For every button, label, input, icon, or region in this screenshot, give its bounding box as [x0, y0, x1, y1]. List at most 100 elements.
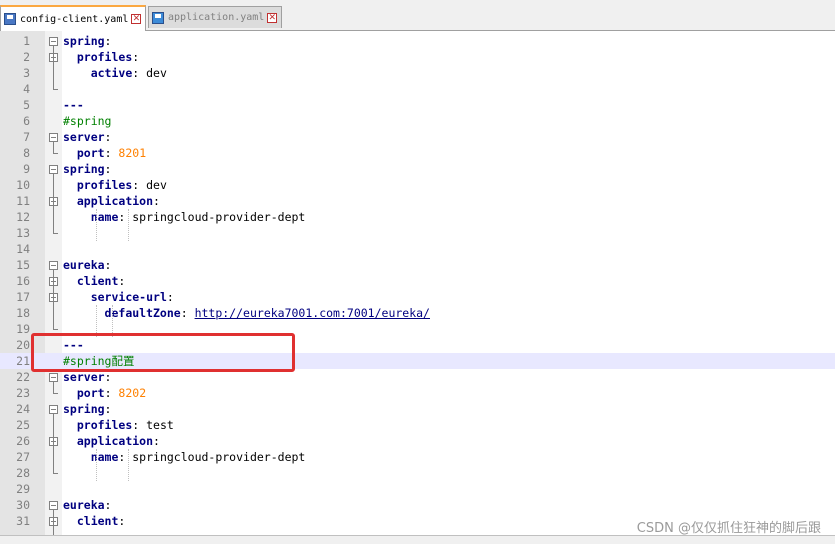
code-line[interactable]: 4 [0, 81, 835, 97]
code-token: defaultZone [104, 306, 181, 320]
line-number: 18 [16, 306, 30, 320]
code-token: 8201 [118, 146, 147, 160]
line-number: 4 [23, 82, 30, 96]
code-token: profiles [76, 418, 133, 432]
save-status-icon [4, 13, 16, 25]
code-line[interactable]: 3 active: dev [0, 65, 835, 81]
code-line[interactable]: 6 #spring [0, 113, 835, 129]
code-token: application [76, 434, 154, 448]
code-line[interactable]: 7 server: [0, 129, 835, 145]
code-line[interactable]: 16 client: [0, 273, 835, 289]
code-line[interactable]: 29 [0, 481, 835, 497]
code-token: : [118, 514, 126, 528]
close-icon[interactable]: ✕ [131, 14, 142, 24]
code-line[interactable]: 28 [0, 465, 835, 481]
code-text[interactable]: name: springcloud-provider-dept [63, 449, 306, 465]
code-token: profiles [76, 178, 133, 192]
code-line[interactable]: 5 --- [0, 97, 835, 113]
tab-application[interactable]: application.yaml ✕ [148, 6, 282, 28]
fold-toggle-icon[interactable] [49, 261, 58, 270]
fold-toggle-icon[interactable] [49, 133, 58, 142]
line-number: 24 [16, 402, 30, 416]
code-text[interactable]: client: [63, 513, 125, 529]
code-text[interactable]: profiles: [63, 49, 139, 65]
code-token: : [104, 370, 112, 384]
code-text[interactable]: server: [63, 129, 111, 145]
code-line[interactable]: 24 spring: [0, 401, 835, 417]
line-number: 19 [16, 322, 30, 336]
code-text[interactable]: active: dev [63, 65, 167, 81]
code-text[interactable]: spring: [63, 401, 111, 417]
code-line[interactable]: 27 name: springcloud-provider-dept [0, 449, 835, 465]
code-text[interactable]: application: [63, 193, 160, 209]
code-token: : [180, 306, 195, 320]
code-token: server [63, 370, 105, 384]
code-token: : [104, 402, 112, 416]
fold-toggle-icon[interactable] [49, 373, 58, 382]
code-line[interactable]: 14 [0, 241, 835, 257]
fold-toggle-icon[interactable] [49, 405, 58, 414]
code-token: service-url [90, 290, 167, 304]
code-line[interactable]: 12 name: springcloud-provider-dept [0, 209, 835, 225]
code-text[interactable]: spring: [63, 33, 111, 49]
fold-guide-line [53, 414, 54, 473]
code-token: client [76, 274, 119, 288]
code-line[interactable]: 18 defaultZone: http://eureka7001.com:70… [0, 305, 835, 321]
line-number: 20 [16, 338, 30, 352]
code-line[interactable]: 13 [0, 225, 835, 241]
code-text[interactable]: #spring [63, 113, 111, 129]
code-line[interactable]: 15 eureka: [0, 257, 835, 273]
fold-guide-line [53, 142, 54, 153]
code-text[interactable]: profiles: dev [63, 177, 167, 193]
code-line[interactable]: 1 spring: [0, 33, 835, 49]
code-line[interactable]: 9 spring: [0, 161, 835, 177]
code-line[interactable]: 23 port: 8202 [0, 385, 835, 401]
line-number: 3 [23, 66, 30, 80]
code-text[interactable]: application: [63, 433, 160, 449]
code-token: 8202 [118, 386, 147, 400]
code-editor[interactable]: 1 spring: 2 profiles: 3 active: dev 4 5 --- 6 #s… [0, 31, 835, 535]
code-token: spring [63, 402, 105, 416]
code-text[interactable]: port: 8202 [63, 385, 146, 401]
tab-config-client[interactable]: config-client.yaml ✕ [0, 5, 146, 31]
code-text[interactable]: profiles: test [63, 417, 174, 433]
code-token: port [76, 386, 105, 400]
code-token: : [104, 162, 112, 176]
code-token: spring [63, 162, 105, 176]
fold-toggle-icon[interactable] [49, 37, 58, 46]
code-line[interactable]: 10 profiles: dev [0, 177, 835, 193]
code-text[interactable]: --- [63, 97, 84, 113]
code-line[interactable]: 26 application: [0, 433, 835, 449]
code-text[interactable]: spring: [63, 161, 111, 177]
code-token: --- [63, 98, 84, 112]
fold-guide-line [53, 174, 54, 233]
line-number: 6 [23, 114, 30, 128]
code-line[interactable]: 8 port: 8201 [0, 145, 835, 161]
code-text[interactable]: client: [63, 273, 125, 289]
fold-toggle-icon[interactable] [49, 165, 58, 174]
code-line[interactable]: 30 eureka: [0, 497, 835, 513]
fold-toggle-icon[interactable] [49, 501, 58, 510]
code-token: application [76, 194, 154, 208]
code-text[interactable]: name: springcloud-provider-dept [63, 209, 306, 225]
code-line[interactable]: 11 application: [0, 193, 835, 209]
code-text[interactable]: port: 8201 [63, 145, 146, 161]
close-icon[interactable]: ✕ [267, 12, 278, 23]
code-line[interactable]: 17 service-url: [0, 289, 835, 305]
code-line[interactable]: 2 profiles: [0, 49, 835, 65]
code-text[interactable]: service-url: [63, 289, 174, 305]
code-text[interactable]: eureka: [63, 257, 111, 273]
code-text[interactable]: eureka: [63, 497, 111, 513]
indent-guide [128, 209, 129, 241]
url-link[interactable]: http://eureka7001.com:7001/eureka/ [195, 306, 430, 320]
code-text[interactable]: defaultZone: http://eureka7001.com:7001/… [63, 305, 430, 321]
line-number: 14 [16, 242, 30, 256]
code-line[interactable]: 25 profiles: test [0, 417, 835, 433]
